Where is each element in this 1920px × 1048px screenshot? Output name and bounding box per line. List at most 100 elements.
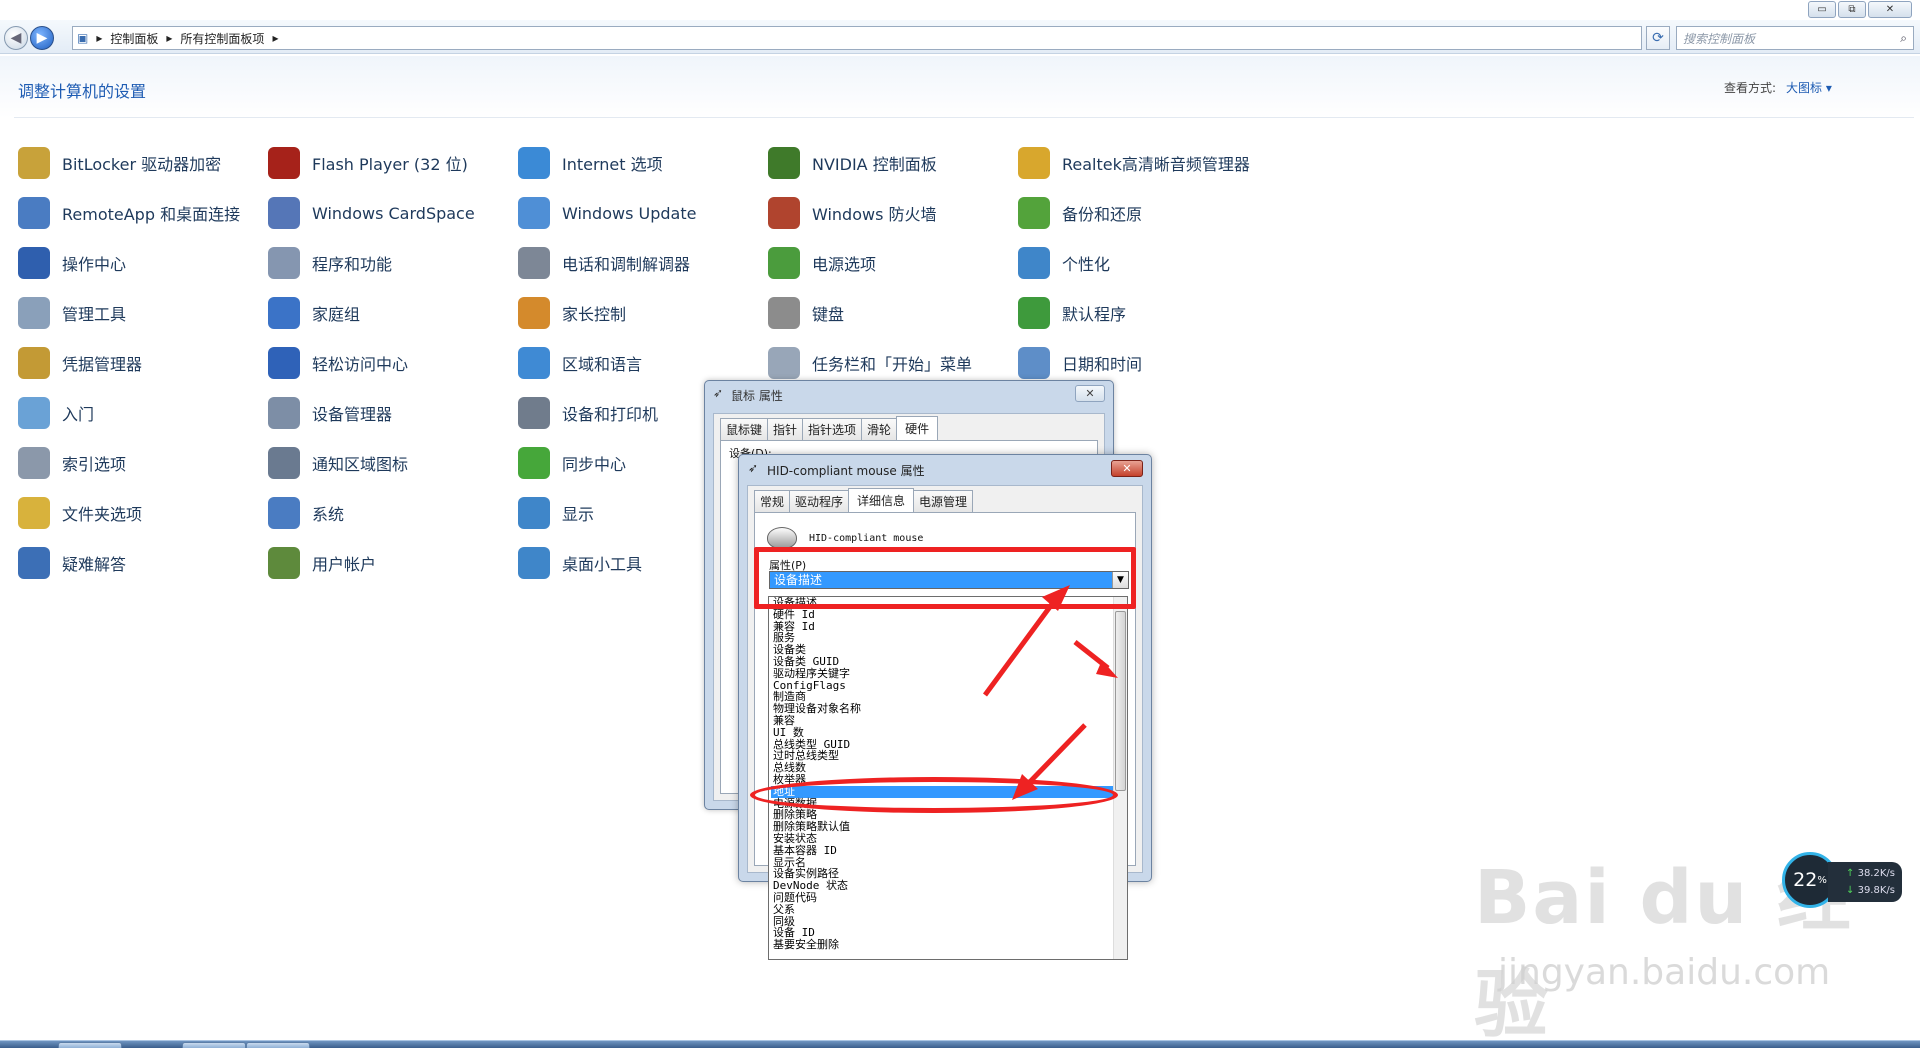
control-panel-item[interactable]: 入门: [18, 397, 268, 429]
item-label: 桌面小工具: [562, 555, 643, 574]
item-label: 系统: [312, 505, 345, 524]
internet-icon: [518, 147, 550, 179]
forward-button[interactable]: ▶: [30, 26, 54, 50]
tab-3[interactable]: 电源管理: [913, 490, 974, 514]
control-panel-item[interactable]: 轻松访问中心: [268, 347, 518, 379]
control-panel-item[interactable]: 日期和时间: [1018, 347, 1268, 379]
control-panel-item[interactable]: Realtek高清晰音频管理器: [1018, 147, 1268, 179]
dropdown-option[interactable]: 设备类 GUID: [771, 656, 1127, 668]
back-button[interactable]: ◀: [4, 26, 28, 50]
parental-icon: [518, 297, 550, 329]
tab-1[interactable]: 驱动程序: [789, 490, 850, 514]
control-panel-item[interactable]: 个性化: [1018, 247, 1268, 279]
dropdown-option[interactable]: UI 数: [771, 726, 1127, 739]
dropdown-option[interactable]: 总线数: [771, 762, 1127, 774]
dropdown-option[interactable]: 父系: [771, 903, 1127, 916]
mouse-device-icon: [767, 527, 797, 549]
dialog-close-button[interactable]: ✕: [1075, 385, 1105, 402]
window-controls: ▭ ⧉ ✕: [1808, 1, 1912, 18]
refresh-button[interactable]: ⟳: [1646, 26, 1670, 50]
control-panel-item[interactable]: 区域和语言: [518, 347, 768, 379]
item-label: 家长控制: [562, 305, 627, 324]
tab-0[interactable]: 鼠标键: [720, 418, 769, 442]
control-panel-item[interactable]: 电话和调制解调器: [518, 247, 768, 279]
dropdown-option[interactable]: 硬件 Id: [771, 608, 1127, 621]
control-panel-item[interactable]: 程序和功能: [268, 247, 518, 279]
control-panel-item[interactable]: 操作中心: [18, 247, 268, 279]
control-panel-item[interactable]: RemoteApp 和桌面连接: [18, 197, 268, 229]
network-speed-widget[interactable]: 22% ↑ 38.2K/s ↓ 39.8K/s: [1782, 852, 1904, 908]
credential-icon: [18, 347, 50, 379]
item-label: 设备和打印机: [562, 405, 659, 424]
control-panel-item[interactable]: Windows CardSpace: [268, 197, 518, 229]
dialog-close-button[interactable]: ✕: [1111, 460, 1143, 477]
taskbar-item-explorer[interactable]: [58, 1042, 122, 1048]
item-label: 显示: [562, 505, 595, 524]
close-window-button[interactable]: ✕: [1868, 1, 1912, 18]
dropdown-option[interactable]: 删除策略默认值: [771, 821, 1127, 833]
tab-2[interactable]: 指针选项: [802, 418, 863, 442]
control-panel-item[interactable]: 键盘: [768, 297, 1018, 329]
view-by-dropdown[interactable]: 大图标 ▾: [1786, 79, 1832, 96]
item-label: 轻松访问中心: [312, 355, 409, 374]
dropdown-option[interactable]: 过时总线类型: [771, 750, 1127, 762]
taskbar-icon: [768, 347, 800, 379]
control-panel-item[interactable]: 用户帐户: [268, 547, 518, 579]
flash-icon: [268, 147, 300, 179]
dropdown-option[interactable]: ConfigFlags: [771, 679, 1127, 692]
tab-3[interactable]: 滑轮: [861, 418, 898, 442]
control-panel-item[interactable]: 家庭组: [268, 297, 518, 329]
tab-1[interactable]: 指针: [767, 418, 804, 442]
restore-button[interactable]: ⧉: [1838, 1, 1866, 18]
dropdown-option[interactable]: DevNode 状态: [771, 880, 1127, 892]
control-panel-item[interactable]: BitLocker 驱动器加密: [18, 147, 268, 179]
mouse-icon: ➶: [713, 386, 724, 400]
control-panel-item[interactable]: 默认程序: [1018, 297, 1268, 329]
dropdown-option[interactable]: 物理设备对象名称: [771, 703, 1127, 715]
dropdown-option[interactable]: 问题代码: [771, 892, 1127, 904]
dropdown-option[interactable]: 服务: [771, 632, 1127, 644]
control-panel-item[interactable]: 文件夹选项: [18, 497, 268, 529]
control-panel-item[interactable]: 设备管理器: [268, 397, 518, 429]
dropdown-option[interactable]: 基本容器 ID: [771, 844, 1127, 857]
control-panel-item[interactable]: 管理工具: [18, 297, 268, 329]
control-panel-item[interactable]: Flash Player (32 位): [268, 147, 518, 179]
dialog-title: HID-compliant mouse 属性: [767, 464, 925, 478]
control-panel-item[interactable]: 家长控制: [518, 297, 768, 329]
tab-2[interactable]: 详细信息: [848, 488, 915, 512]
item-label: 程序和功能: [312, 255, 393, 274]
dropdown-option[interactable]: 兼容 Id: [771, 620, 1127, 633]
dropdown-option[interactable]: 安装状态: [771, 833, 1127, 845]
dropdown-option[interactable]: 同级: [771, 915, 1127, 928]
search-input[interactable]: 搜索控制面板 ⌕: [1676, 26, 1914, 50]
dropdown-option[interactable]: 驱动程序关键字: [771, 667, 1127, 680]
control-panel-item[interactable]: 疑难解答: [18, 547, 268, 579]
control-panel-item[interactable]: 索引选项: [18, 447, 268, 479]
taskbar-item-mouse[interactable]: [246, 1042, 310, 1048]
control-panel-item[interactable]: 通知区域图标: [268, 447, 518, 479]
control-panel-item[interactable]: 电源选项: [768, 247, 1018, 279]
taskbar-item-control-panel[interactable]: [182, 1042, 246, 1048]
breadcrumb-all-items[interactable]: 所有控制面板项: [180, 30, 264, 47]
tab-4[interactable]: 硬件: [896, 416, 939, 440]
breadcrumb-control-panel[interactable]: 控制面板: [110, 30, 158, 47]
scrollbar-thumb[interactable]: [1115, 611, 1126, 791]
control-panel-item[interactable]: Windows Update: [518, 197, 768, 229]
control-panel-item[interactable]: NVIDIA 控制面板: [768, 147, 1018, 179]
admin-tools-icon: [18, 297, 50, 329]
dropdown-option[interactable]: 基要安全删除: [771, 939, 1127, 951]
item-label: 索引选项: [62, 455, 127, 474]
control-panel-item[interactable]: Windows 防火墙: [768, 197, 1018, 229]
control-panel-item[interactable]: 任务栏和「开始」菜单: [768, 347, 1018, 379]
minimize-button[interactable]: ▭: [1808, 1, 1836, 18]
forward-arrow-icon: ▶: [36, 30, 48, 46]
control-panel-item[interactable]: 系统: [268, 497, 518, 529]
dropdown-option[interactable]: 兼容: [771, 715, 1127, 727]
control-panel-item[interactable]: 凭据管理器: [18, 347, 268, 379]
scrollbar[interactable]: [1113, 597, 1127, 959]
control-panel-item[interactable]: Internet 选项: [518, 147, 768, 179]
control-panel-item[interactable]: 备份和还原: [1018, 197, 1268, 229]
address-bar[interactable]: ▣ ▸ 控制面板 ▸ 所有控制面板项 ▸: [72, 26, 1642, 50]
tab-0[interactable]: 常规: [754, 490, 791, 514]
update-icon: [518, 197, 550, 229]
